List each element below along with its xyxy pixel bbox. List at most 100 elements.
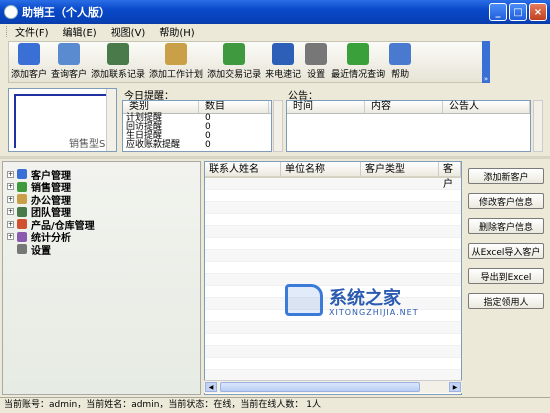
watermark-logo: 系统之家 XITONGZHIJIA.NET [285, 282, 445, 322]
import-excel-button[interactable]: 从Excel导入客户 [468, 243, 544, 259]
trade-record-icon [223, 43, 246, 65]
edit-customer-button[interactable]: 修改客户信息 [468, 193, 544, 209]
reminder-scrollbar[interactable] [273, 100, 283, 152]
expand-icon[interactable] [7, 246, 14, 253]
preview-scrollbar[interactable] [106, 89, 116, 151]
preview-panel: 销售型S [8, 88, 117, 152]
table-row[interactable] [205, 262, 461, 274]
toolbar: 添加客户 查询客户 添加联系记录 添加工作计划 添加交易记录 来电速记 设置 最近情况查询 帮助… [0, 39, 550, 85]
tree-node-icon [17, 206, 27, 217]
delete-customer-button[interactable]: 删除客户信息 [468, 218, 544, 234]
menu-bar: 文件(F) 编辑(E) 视图(V) 帮助(H) [0, 24, 550, 39]
expand-icon[interactable]: + [7, 233, 14, 241]
notice-col-time[interactable]: 时间 [287, 101, 365, 113]
settings-icon [305, 43, 328, 65]
tree-node-icon [17, 194, 27, 205]
minimize-button[interactable]: _ [489, 3, 507, 21]
table-row[interactable] [205, 346, 461, 358]
tree-node-icon [17, 169, 27, 180]
reminder-row[interactable]: 应收账款提醒 0 [123, 141, 271, 150]
notice-col-author[interactable]: 公告人 [443, 101, 530, 113]
splitter[interactable] [0, 156, 550, 159]
reminder-col-category[interactable]: 类别 [123, 101, 199, 113]
tree-node-icon [17, 244, 27, 255]
table-row[interactable] [205, 358, 461, 370]
scroll-thumb[interactable] [220, 382, 420, 392]
toolbar-button-8[interactable]: 帮助 [387, 42, 413, 82]
toolbar-button-0[interactable]: 添加客户 [9, 42, 49, 82]
call-note-icon [272, 43, 295, 65]
list-horizontal-scrollbar[interactable]: ◀ ▶ [204, 380, 462, 393]
table-row[interactable] [205, 178, 461, 190]
add-customer-button[interactable]: 添加新客户 [468, 168, 544, 184]
expand-icon[interactable]: + [7, 170, 14, 178]
table-row[interactable] [205, 190, 461, 202]
help-icon [389, 43, 412, 65]
menu-file[interactable]: 文件(F) [15, 24, 49, 39]
toolbar-label: 帮助 [391, 70, 410, 80]
reminder-count: 0 [205, 122, 211, 132]
expand-icon[interactable]: + [7, 220, 14, 228]
list-col-extra[interactable]: 客户 [439, 162, 461, 190]
menu-help[interactable]: 帮助(H) [159, 24, 194, 39]
watermark-logo-icon [285, 284, 323, 316]
expand-icon[interactable]: + [7, 183, 14, 191]
status-bar: 当前账号：admin，当前姓名：admin，当前状态：在线，当前在线人数： 1人 [0, 397, 550, 413]
preview-text: 销售型S [69, 139, 106, 150]
notice-table: 时间 内容 公告人 [286, 100, 531, 152]
table-row[interactable] [205, 334, 461, 346]
tree-node-icon [17, 181, 27, 192]
table-row[interactable] [205, 250, 461, 262]
toolbar-button-7[interactable]: 最近情况查询 [329, 42, 387, 82]
toolbar-overflow-chevron-icon[interactable]: » [482, 41, 490, 83]
tree-item-6[interactable]: 设置 [3, 243, 200, 257]
reminder-count: 0 [205, 131, 211, 141]
toolbar-button-4[interactable]: 添加交易记录 [205, 42, 263, 82]
reminder-count: 0 [205, 140, 211, 150]
table-row[interactable] [205, 238, 461, 250]
recent-query-icon [347, 43, 370, 65]
action-buttons: 添加新客户 修改客户信息 删除客户信息 从Excel导入客户 导出到Excel … [466, 168, 548, 318]
notice-scrollbar[interactable] [533, 100, 543, 152]
watermark-text: 系统之家 [329, 288, 401, 309]
toolbar-label: 设置 [307, 70, 326, 80]
menu-grip [6, 26, 9, 37]
scroll-left-icon[interactable]: ◀ [205, 382, 217, 392]
list-col-type[interactable]: 客户类型 [361, 162, 439, 176]
menu-view[interactable]: 视图(V) [111, 24, 146, 39]
list-col-contact[interactable]: 联系人姓名 [205, 162, 281, 176]
tree-node-icon [17, 231, 27, 242]
table-row[interactable] [205, 226, 461, 238]
expand-icon[interactable]: + [7, 208, 14, 216]
notice-col-content[interactable]: 内容 [365, 101, 443, 113]
toolbar-button-2[interactable]: 添加联系记录 [89, 42, 147, 82]
watermark-url: XITONGZHIJIA.NET [329, 308, 419, 317]
close-button[interactable]: × [529, 3, 547, 21]
maximize-button[interactable]: □ [509, 3, 527, 21]
reminder-panel: 今日提醒： 类别 数目 计划提醒 0 回访提醒 0 生日提醒 0 应收账款提醒 0 [122, 86, 283, 154]
toolbar-label: 添加客户 [11, 70, 48, 80]
toolbar-label: 来电速记 [265, 70, 302, 80]
top-panel: 销售型S 今日提醒： 类别 数目 计划提醒 0 回访提醒 0 生日提醒 0 应收账款提醒 0 … [5, 86, 545, 156]
toolbar-label: 添加联系记录 [91, 70, 146, 80]
title-bar: 助销王（个人版） _ □ × [0, 0, 550, 24]
table-row[interactable] [205, 214, 461, 226]
export-excel-button[interactable]: 导出到Excel [468, 268, 544, 284]
reminder-table: 类别 数目 计划提醒 0 回访提醒 0 生日提醒 0 应收账款提醒 0 [122, 100, 272, 152]
contact-record-icon [107, 43, 130, 65]
add-customer-icon [18, 43, 40, 65]
scroll-right-icon[interactable]: ▶ [449, 382, 461, 392]
reminder-col-count[interactable]: 数目 [199, 101, 269, 113]
toolbar-button-3[interactable]: 添加工作计划 [147, 42, 205, 82]
toolbar-button-1[interactable]: 查询客户 [49, 42, 89, 82]
expand-icon[interactable]: + [7, 195, 14, 203]
reminder-count: 0 [205, 113, 211, 123]
table-row[interactable] [205, 202, 461, 214]
toolbar-button-5[interactable]: 来电速记 [263, 42, 303, 82]
table-row[interactable] [205, 322, 461, 334]
list-col-company[interactable]: 单位名称 [281, 162, 361, 176]
menu-edit[interactable]: 编辑(E) [63, 24, 97, 39]
toolbar-label: 添加交易记录 [207, 70, 262, 80]
toolbar-button-6[interactable]: 设置 [303, 42, 329, 82]
assign-owner-button[interactable]: 指定领用人 [468, 293, 544, 309]
